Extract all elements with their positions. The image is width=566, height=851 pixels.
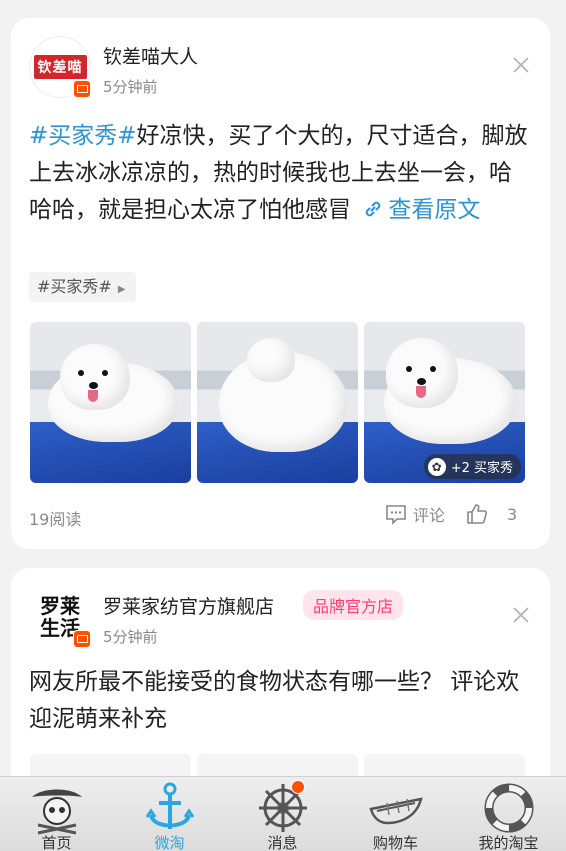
close-icon[interactable] [510, 604, 532, 626]
hashtag-link[interactable]: #买家秀# [29, 123, 137, 149]
tab-label: 首页 [41, 834, 72, 851]
tab-my-taobao[interactable]: 我的淘宝 [452, 777, 565, 851]
tag-chip[interactable]: #买家秀# ▶ [29, 272, 136, 302]
tag-chip-label: #买家秀# [37, 277, 112, 296]
thumbs-up-icon [467, 504, 487, 524]
buyer-show-icon: ✿ [427, 457, 446, 476]
comment-label: 评论 [413, 506, 446, 525]
pirate-skull-icon [31, 789, 82, 835]
shop-icon [73, 630, 91, 648]
tab-label: 我的淘宝 [478, 834, 539, 851]
post-body: 网友所最不能接受的食物状态有哪一些？ 评论欢迎泥萌来补充 [29, 669, 520, 732]
play-icon: ▶ [117, 284, 126, 295]
post-photo[interactable]: ✿ +2 买家秀 [364, 322, 525, 483]
tab-label: 微淘 [154, 834, 185, 851]
post-time: 5分钟前 [103, 628, 158, 646]
more-photos-label: +2 买家秀 [450, 461, 513, 476]
tab-cart[interactable]: 购物车 [339, 777, 452, 851]
boat-icon [368, 797, 423, 825]
like-button[interactable]: 3 [465, 502, 517, 526]
like-count: 3 [507, 504, 518, 524]
more-photos-badge[interactable]: ✿ +2 买家秀 [423, 454, 521, 479]
tab-weitao[interactable]: 微淘 [113, 777, 226, 851]
link-icon[interactable] [362, 199, 384, 219]
bottom-tab-bar: 首页 微淘 消息 购物车 我的淘宝 [0, 776, 566, 851]
notification-dot [291, 780, 305, 794]
life-ring-icon [484, 783, 533, 833]
tab-messages[interactable]: 消息 [226, 777, 339, 851]
tab-home[interactable]: 首页 [0, 777, 113, 851]
post-photo[interactable] [197, 322, 358, 483]
post-text: #买家秀#好凉快，买了个大的，尺寸适合，脚放上去冰冰凉凉的，热的时候我也上去坐一… [29, 118, 534, 229]
feed-card[interactable]: 钦差喵 钦差喵大人 5分钟前 #买家秀#好凉快，买了个大的，尺寸适合，脚放上去冰… [11, 18, 550, 549]
author-name[interactable]: 罗莱家纺官方旗舰店 [103, 592, 274, 619]
tab-label: 消息 [267, 834, 298, 851]
comment-button[interactable]: 评论 [385, 502, 445, 526]
tab-label: 购物车 [372, 834, 418, 851]
view-original-link[interactable]: 查看原文 [388, 197, 480, 223]
brand-official-badge: 品牌官方店 [303, 590, 404, 620]
avatar-logo: 钦差喵 [33, 55, 87, 79]
shop-icon [73, 80, 91, 98]
post-time: 5分钟前 [103, 78, 158, 96]
feed-card[interactable]: 罗莱生活 罗莱家纺官方旗舰店 品牌官方店 5分钟前 网友所最不能接受的食物状态有… [11, 568, 550, 808]
read-count: 19阅读 [29, 510, 82, 529]
anchor-icon [145, 782, 194, 829]
close-icon[interactable] [510, 54, 532, 76]
comment-icon [386, 505, 406, 525]
post-photo[interactable] [30, 322, 191, 483]
author-name[interactable]: 钦差喵大人 [103, 42, 198, 69]
